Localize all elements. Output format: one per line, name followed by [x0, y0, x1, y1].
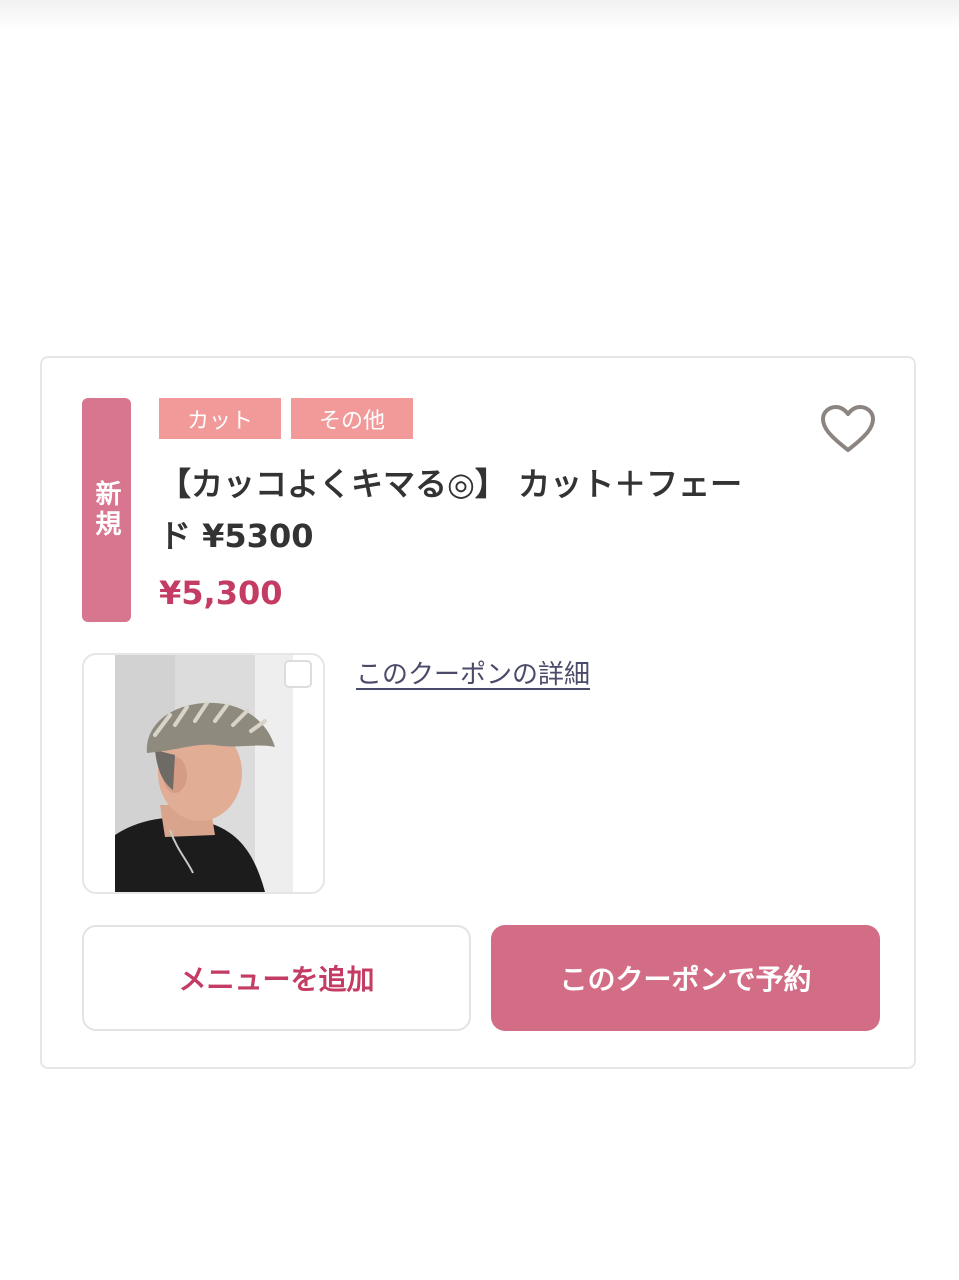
hairstyle-photo	[115, 655, 293, 892]
coupon-title: 【カッコよくキマる◎】 カット＋フェード ¥5300	[159, 465, 743, 555]
photo-check-icon	[284, 660, 312, 688]
coupon-photo-frame[interactable]	[82, 653, 325, 894]
tag-cut: カット	[159, 398, 281, 439]
coupon-tags: カット その他	[159, 398, 413, 439]
coupon-detail-link[interactable]: このクーポンの詳細	[356, 654, 590, 691]
new-customer-badge: 新規	[82, 398, 131, 622]
tag-other: その他	[291, 398, 413, 439]
top-shadow	[0, 0, 959, 30]
add-menu-button[interactable]: メニューを追加	[82, 925, 471, 1031]
coupon-card: 新規 カット その他 【カッコよくキマる◎】 カット＋フェード ¥5300 ¥5…	[40, 356, 916, 1069]
coupon-price: ¥5,300	[159, 574, 283, 612]
heart-icon[interactable]	[820, 404, 876, 454]
reserve-coupon-button[interactable]: このクーポンで予約	[491, 925, 880, 1031]
